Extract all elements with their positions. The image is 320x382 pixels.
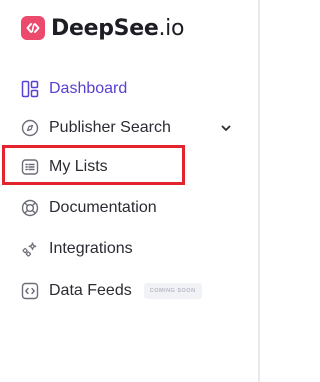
brand-name: DeepSee	[51, 15, 159, 41]
sidebar-border	[258, 0, 260, 382]
lifebuoy-icon	[20, 198, 40, 218]
chevron-down-icon[interactable]	[218, 120, 234, 136]
nav-label-data-feeds: Data Feeds	[49, 282, 132, 299]
nav-item-documentation[interactable]: Documentation	[20, 193, 248, 223]
brand-wordmark: DeepSee.io	[51, 16, 184, 41]
brand-logo[interactable]: DeepSee.io	[21, 14, 184, 42]
nav-item-my-lists[interactable]: My Lists	[20, 152, 248, 182]
list-icon	[20, 157, 40, 177]
nav-label-documentation: Documentation	[49, 199, 157, 216]
dashboard-grid-icon	[20, 79, 40, 99]
nav-label-my-lists: My Lists	[49, 158, 108, 175]
nav-item-data-feeds[interactable]: Data Feeds COMING SOON	[20, 276, 248, 306]
integrations-icon	[20, 239, 40, 259]
code-box-icon	[20, 281, 40, 301]
nav-item-dashboard[interactable]: Dashboard	[20, 74, 248, 104]
brand-tld: .io	[158, 15, 185, 41]
coming-soon-badge: COMING SOON	[143, 283, 202, 299]
nav-label-publisher-search: Publisher Search	[49, 119, 171, 136]
code-brackets-icon	[21, 16, 45, 40]
nav-label-dashboard: Dashboard	[49, 80, 128, 97]
nav-item-integrations[interactable]: Integrations	[20, 234, 248, 264]
nav-item-publisher-search[interactable]: Publisher Search	[20, 113, 248, 143]
nav-label-integrations: Integrations	[49, 240, 133, 257]
compass-icon	[20, 118, 40, 138]
